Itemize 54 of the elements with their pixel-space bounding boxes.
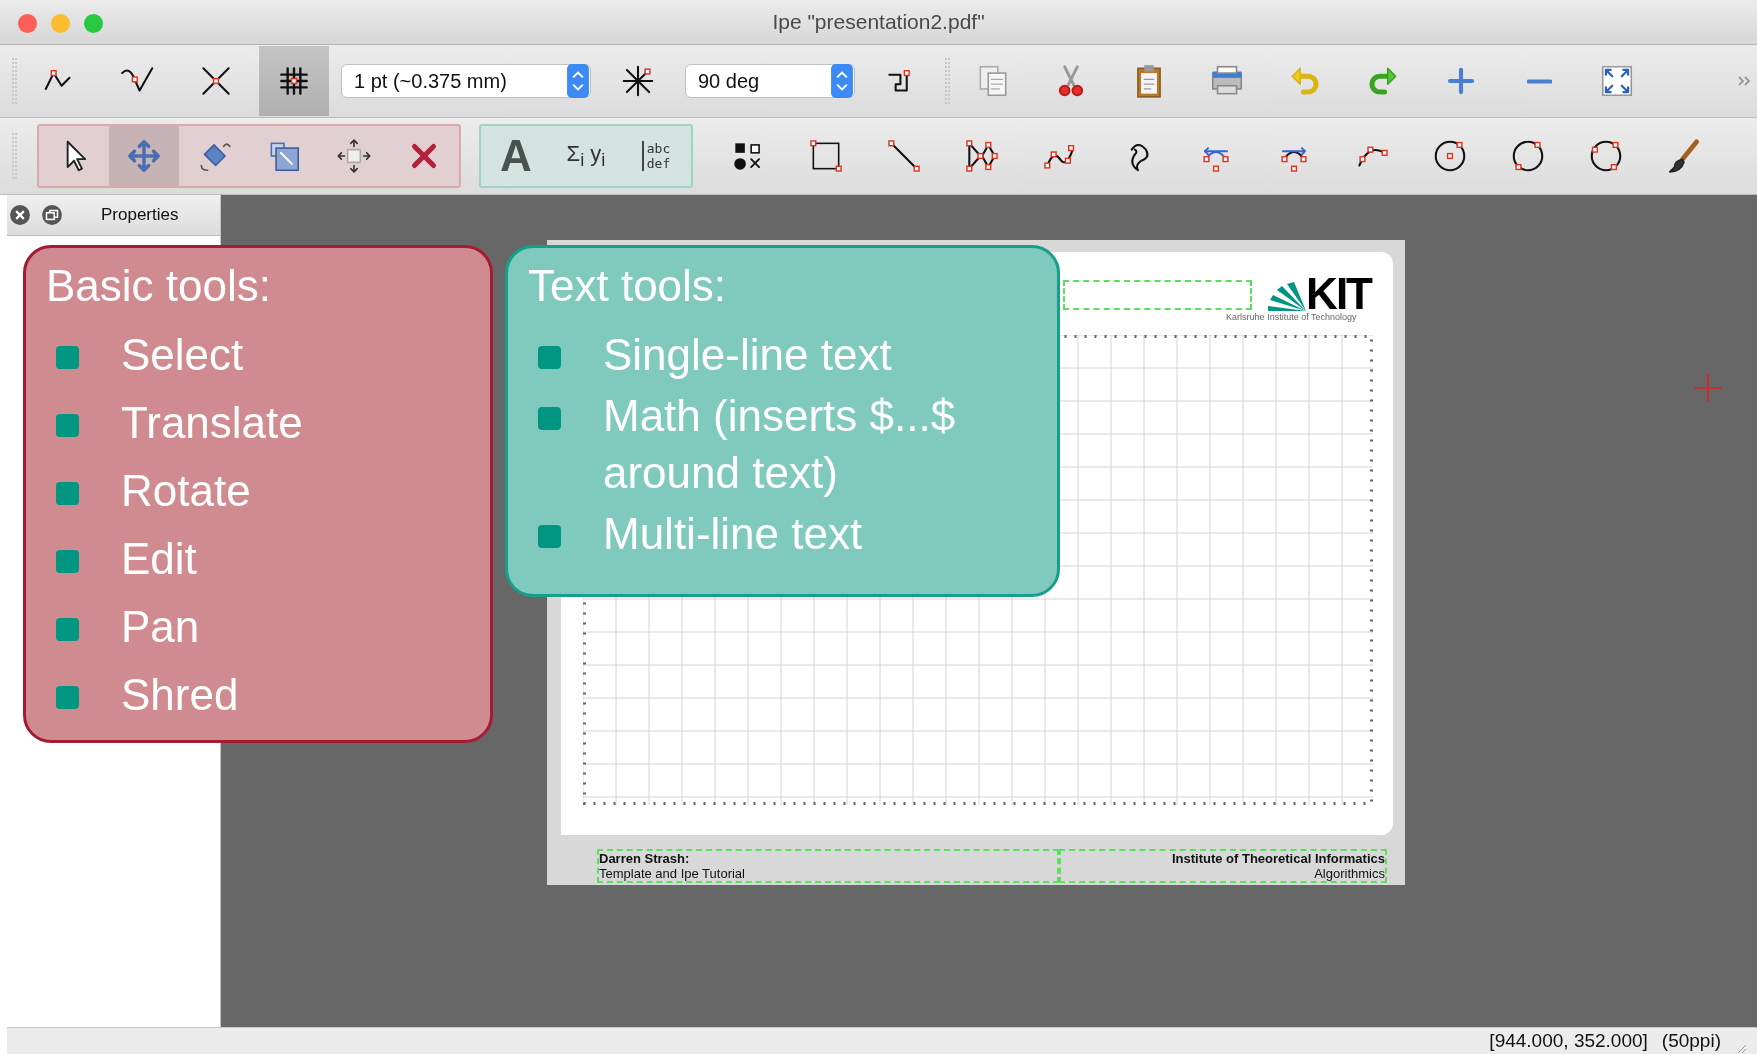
footer-text: Template and Ipe Tutorial [599,866,746,881]
bullet-icon [56,686,79,709]
resize-grip-icon[interactable] [1735,1042,1747,1054]
pan-arrows-icon [335,137,373,175]
bullet-icon [56,482,79,505]
paragraph-tool-button[interactable]: abc def [621,126,691,186]
bullet-icon [538,346,561,369]
resolution-label: (50ppi) [1661,1030,1721,1052]
callout-item: Edit [121,533,197,585]
bullet-icon [56,550,79,573]
bullet-icon [56,414,79,437]
dock-title: Properties [101,205,179,225]
line-icon [885,137,923,175]
logo-subtitle: Karlsruhe Institute of Technology [1226,312,1357,322]
callout-item: Pan [121,601,200,653]
text-tool-button[interactable]: A [481,126,551,186]
rectangle-icon [807,137,845,175]
callout-title: Text tools: [528,260,728,312]
up-down-arrows-icon [566,64,590,98]
cursor-coordinates: [944.000, 352.000] [1489,1030,1648,1052]
footer-text: Algorithmics [1314,866,1385,881]
bullet-icon [538,407,561,430]
zoom-out-icon [1526,77,1552,85]
footer-text: Darren Strash: [599,851,691,866]
fan-logo-icon [1266,280,1307,312]
polyline-icon [963,137,1001,175]
callout-item: Multi-line text [603,508,863,560]
callout-item: Rotate [121,465,251,517]
grid-toggle[interactable] [259,46,329,116]
up-down-arrows-icon [830,64,854,98]
callout-item: Single-line text [603,329,892,381]
callout-item: Math (inserts $...$ around text) [603,390,957,499]
toolbar-grip[interactable] [12,58,17,104]
logo-text: KIT [1306,276,1371,312]
crosshair-icon [1693,373,1723,403]
bullet-icon [56,346,79,369]
callout-item: Select [121,329,244,381]
float-window-icon[interactable] [41,204,63,226]
toolbar-grip[interactable] [945,58,950,104]
pen-width-dropdown[interactable]: 1 pt (~0.375 mm) [341,64,591,98]
bullet-icon [56,618,79,641]
angle-dropdown[interactable]: 90 deg [685,64,855,98]
window-title: Ipe "presentation2.pdf" [772,10,985,34]
math-tool-button[interactable]: Σ$_{i}$ y$_{i}$ [551,126,621,186]
footer-text: Institute of Theoretical Informatics [1171,851,1385,866]
overflow-chevron-icon[interactable] [1737,74,1753,88]
callout-title: Basic tools: [46,260,272,312]
close-icon[interactable] [9,204,31,226]
callout-item: Shred [121,669,239,721]
move-arrows-icon [125,137,163,175]
bullet-icon [538,525,561,548]
toolbar-grip[interactable] [12,133,17,179]
callout-item: Translate [121,397,303,449]
close-window-button[interactable] [18,14,37,33]
